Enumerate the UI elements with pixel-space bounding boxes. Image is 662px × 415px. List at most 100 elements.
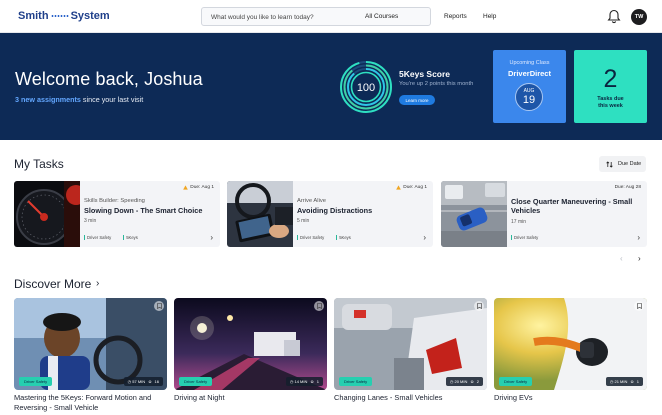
course-card-title[interactable]: Changing Lanes - Small Vehicles (334, 393, 442, 403)
assignments-suffix: since your last visit (80, 95, 144, 104)
class-date-badge: AUG 19 (515, 83, 543, 111)
card-duration: 21 MIN (614, 379, 628, 384)
tasks-due-count: 2 (603, 65, 618, 93)
upcoming-class-name: DriverDirect (508, 69, 551, 78)
search-bar: All Courses (201, 7, 431, 26)
card-count: 1 (636, 379, 639, 384)
task-tags: Driver Safety (511, 235, 550, 240)
carousel-prev-icon[interactable]: ‹ (620, 254, 623, 263)
layers-icon: ⊜ (630, 379, 634, 384)
warning-icon (396, 185, 402, 190)
chevron-right-icon[interactable]: › (423, 233, 426, 242)
task-due-date: Due: Aug 1 (396, 185, 427, 190)
sort-label: Due Date (618, 161, 642, 167)
sort-due-date-button[interactable]: Due Date (599, 156, 646, 172)
nav-link-reports[interactable]: Reports (444, 13, 467, 20)
welcome-hero: Welcome back, Joshua 3 new assignments s… (0, 33, 662, 140)
task-tag: Driver Safety (84, 235, 111, 240)
logo-dots (50, 15, 69, 17)
card-title-line2: Reversing - Small Vehicle (14, 402, 99, 412)
logo-text-right: System (70, 10, 110, 22)
task-duration: 17 min (511, 219, 527, 225)
upcoming-class-card[interactable]: Upcoming Class DriverDirect AUG 19 (493, 50, 566, 123)
task-duration: 3 min (84, 218, 97, 224)
bookmark-icon[interactable] (154, 301, 164, 311)
bookmark-icon[interactable] (634, 301, 644, 311)
carousel-next-icon[interactable]: › (638, 254, 641, 263)
discover-more-heading[interactable]: Discover More (14, 277, 91, 291)
course-card-title[interactable]: Driving EVs (494, 393, 533, 403)
card-duration: 20 MIN (454, 379, 468, 384)
task-due-text: Due: Aug 28 (614, 185, 641, 190)
logo-text-left: Smith (18, 10, 49, 22)
chevron-right-icon[interactable]: › (637, 233, 640, 242)
nav-link-help[interactable]: Help (483, 13, 496, 20)
score-subtitle: You're up 2 points this month (399, 81, 474, 87)
course-filter-select[interactable]: All Courses (365, 13, 398, 20)
class-month: AUG (523, 87, 535, 94)
card-title-line1: Mastering the 5Keys: Forward Motion and (14, 393, 152, 402)
sort-icon (606, 160, 613, 168)
course-card[interactable]: Driver Safety ◷ 57 MIN ⊜ 16 (14, 298, 167, 390)
course-card-title[interactable]: Mastering the 5Keys: Forward Motion and … (14, 393, 151, 412)
warning-icon (183, 185, 189, 190)
course-card[interactable]: Driver Safety ◷ 14 MIN ⊜ 1 (174, 298, 327, 390)
task-category: Arrive Alive (297, 198, 326, 204)
class-day: 19 (522, 93, 536, 106)
task-tag: Driver Safety (297, 235, 324, 240)
tasks-due-line1: Tasks due (597, 96, 624, 102)
layers-icon: ⊜ (470, 379, 474, 384)
upcoming-class-label: Upcoming Class (509, 60, 550, 66)
search-input[interactable] (211, 11, 351, 23)
task-title: Close Quarter Maneuvering - Small Vehicl… (511, 197, 633, 215)
card-title-line1: Changing Lanes - Small Vehicles (334, 393, 443, 402)
chevron-right-icon[interactable]: › (96, 278, 99, 289)
speedometer-thumbnail (14, 181, 80, 247)
card-title-line1: Driving EVs (494, 393, 533, 402)
card-meta: ◷ 14 MIN ⊜ 1 (285, 377, 323, 386)
task-tags: Driver Safety 5Keys (297, 235, 363, 240)
card-count: 1 (316, 379, 319, 384)
task-due-text: Due: Aug 1 (190, 185, 214, 190)
tasks-due-line2: this week (598, 103, 623, 109)
course-card[interactable]: Driver Safety ◷ 20 MIN ⊜ 2 (334, 298, 487, 390)
task-tag: 5Keys (123, 235, 138, 240)
new-assignments-link[interactable]: 3 new assignments (15, 95, 81, 104)
bookmark-icon[interactable] (474, 301, 484, 311)
task-title: Slowing Down - The Smart Choice (84, 206, 203, 215)
task-title: Avoiding Distractions (297, 206, 373, 215)
user-avatar[interactable]: TW (631, 9, 647, 25)
smith-system-logo[interactable]: Smith System (18, 10, 110, 22)
task-card[interactable]: Due: Aug 28 Close Quarter Maneuvering - … (441, 181, 647, 247)
chevron-right-icon[interactable]: › (210, 233, 213, 242)
bookmark-icon[interactable] (314, 301, 324, 311)
tasks-due-label: Tasks due this week (574, 96, 647, 110)
task-card[interactable]: Due: Aug 1 Skills Builder: Speeding Slow… (14, 181, 220, 247)
category-chip: Driver Safety (179, 377, 213, 386)
top-nav: Smith System All Courses Reports Help TW (0, 0, 662, 33)
welcome-heading: Welcome back, Joshua (15, 69, 203, 89)
score-value: 100 (357, 82, 375, 94)
parking-lot-thumbnail (441, 181, 507, 247)
task-due-text: Due: Aug 1 (403, 185, 427, 190)
driver-tablet-thumbnail (227, 181, 293, 247)
learn-more-button[interactable]: Learn more (399, 95, 435, 105)
task-tags: Driver Safety 5Keys (84, 235, 150, 240)
course-card[interactable]: Driver Safety ◷ 21 MIN ⊜ 1 (494, 298, 647, 390)
category-chip: Driver Safety (339, 377, 373, 386)
card-meta: ◷ 57 MIN ⊜ 16 (123, 377, 163, 386)
category-chip: Driver Safety (499, 377, 533, 386)
score-title: 5Keys Score (399, 69, 451, 79)
bell-icon[interactable] (607, 9, 621, 24)
score-ring-gauge: 100 (340, 61, 392, 113)
tasks-due-card[interactable]: 2 Tasks due this week (574, 50, 647, 123)
course-card-title[interactable]: Driving at Night (174, 393, 225, 403)
layers-icon: ⊜ (148, 379, 152, 384)
card-duration: 14 MIN (294, 379, 308, 384)
category-chip: Driver Safety (19, 377, 53, 386)
card-count: 16 (154, 379, 159, 384)
task-due-date: Due: Aug 28 (615, 185, 641, 190)
task-duration: 5 min (297, 218, 310, 224)
task-card[interactable]: Due: Aug 1 Arrive Alive Avoiding Distrac… (227, 181, 433, 247)
task-tag: Driver Safety (511, 235, 538, 240)
